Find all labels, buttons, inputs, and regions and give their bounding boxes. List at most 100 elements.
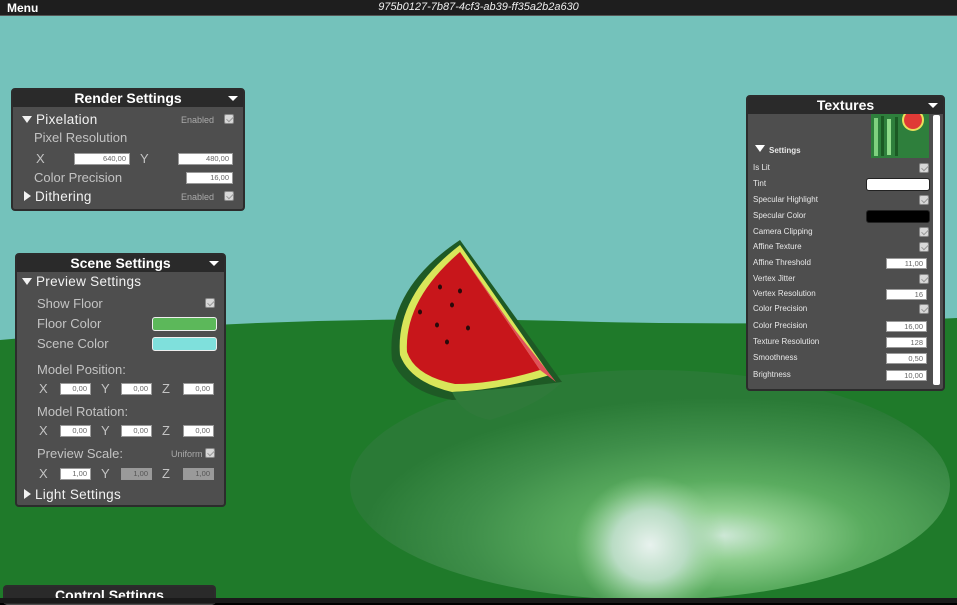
textures-scrollbar[interactable] <box>933 115 940 385</box>
triangle-down-icon <box>22 116 32 123</box>
preview-settings-foldout[interactable]: Preview Settings <box>22 274 141 289</box>
pixelation-enabled-checkbox[interactable] <box>224 114 234 124</box>
dithering-foldout[interactable]: Dithering <box>24 189 92 204</box>
preview-scale-z-label: Z <box>162 466 170 481</box>
pixel-resolution-x-label: X <box>36 151 45 166</box>
dithering-enabled-checkbox[interactable] <box>224 191 234 201</box>
triangle-down-icon <box>755 145 765 152</box>
textures-title: Textures <box>816 97 875 113</box>
render-settings-panel: Render Settings Pixelation Enabled Pixel… <box>11 88 245 211</box>
settings-foldout[interactable]: Settings <box>755 145 801 155</box>
color-precision-field[interactable]: 16,00 <box>886 321 927 332</box>
smoothness-label: Smoothness <box>753 353 798 362</box>
textures-header[interactable]: Textures <box>748 97 943 114</box>
tint-label: Tint <box>753 179 767 188</box>
camera-clipping-label: Camera Clipping <box>753 227 813 236</box>
smoothness-field[interactable]: 0,50 <box>886 353 927 364</box>
settings-label: Settings <box>769 146 801 155</box>
model-rotation-x-label: X <box>39 423 48 438</box>
camera-clipping-checkbox[interactable] <box>919 227 929 237</box>
model-position-z-field[interactable]: 0,00 <box>183 383 214 395</box>
light-settings-foldout[interactable]: Light Settings <box>24 487 121 502</box>
preview-scale-label: Preview Scale: <box>37 446 123 461</box>
specular-highlight-label: Specular Highlight <box>753 195 818 204</box>
top-bar: Menu 975b0127-7b87-4cf3-ab39-ff35a2b2a63… <box>0 0 957 16</box>
vertex-jitter-checkbox[interactable] <box>919 274 929 284</box>
show-floor-checkbox[interactable] <box>205 298 215 308</box>
triangle-down-icon <box>22 278 32 285</box>
preview-scale-uniform-checkbox[interactable] <box>205 448 215 458</box>
affine-texture-checkbox[interactable] <box>919 242 929 252</box>
model-position-y-field[interactable]: 0,00 <box>121 383 152 395</box>
preview-scale-z-field: 1,00 <box>183 468 214 480</box>
preview-scale-x-field[interactable]: 1,00 <box>60 468 91 480</box>
specular-highlight-checkbox[interactable] <box>919 195 929 205</box>
affine-texture-label: Affine Texture <box>753 242 802 251</box>
show-floor-label: Show Floor <box>37 296 103 311</box>
pixelation-enabled-label: Enabled <box>181 115 215 125</box>
preview-scale-uniform-label: Uniform <box>171 449 203 459</box>
triangle-right-icon <box>24 489 31 499</box>
specular-color-label: Specular Color <box>753 211 806 220</box>
scene-color-swatch[interactable] <box>152 337 217 351</box>
model-position-label: Model Position: <box>37 362 126 377</box>
is-lit-checkbox[interactable] <box>919 163 929 173</box>
floor-color-swatch[interactable] <box>152 317 217 331</box>
model-position-y-label: Y <box>101 381 110 396</box>
dithering-label: Dithering <box>35 189 92 204</box>
model-rotation-y-field[interactable]: 0,00 <box>121 425 152 437</box>
texture-resolution-field[interactable]: 128 <box>886 337 927 348</box>
model-position-z-label: Z <box>162 381 170 396</box>
dithering-enabled-label: Enabled <box>181 192 215 202</box>
pixelation-foldout[interactable]: Pixelation <box>22 112 98 127</box>
model-rotation-z-field[interactable]: 0,00 <box>183 425 214 437</box>
brightness-field[interactable]: 10,00 <box>886 370 927 381</box>
light-settings-label: Light Settings <box>35 487 122 502</box>
scene-settings-title: Scene Settings <box>70 255 171 271</box>
floor-color-label: Floor Color <box>37 316 102 331</box>
pixel-resolution-label: Pixel Resolution <box>34 130 128 145</box>
brightness-label: Brightness <box>753 370 791 379</box>
chevron-down-icon[interactable] <box>228 96 238 101</box>
preview-scale-x-label: X <box>39 466 48 481</box>
vertex-resolution-label: Vertex Resolution <box>753 289 816 298</box>
is-lit-label: Is Lit <box>753 163 770 172</box>
texture-resolution-label: Texture Resolution <box>753 337 820 346</box>
scene-color-label: Scene Color <box>37 336 109 351</box>
specular-color-swatch[interactable] <box>866 210 930 223</box>
pixel-resolution-x-field[interactable]: 640,00 <box>74 153 130 165</box>
color-precision-checkbox[interactable] <box>919 304 929 314</box>
pixel-resolution-y-label: Y <box>140 151 149 166</box>
color-precision-label: Color Precision <box>34 170 123 185</box>
chevron-down-icon[interactable] <box>928 103 938 108</box>
vertex-jitter-label: Vertex Jitter <box>753 274 796 283</box>
model-position-x-label: X <box>39 381 48 396</box>
vertex-resolution-field[interactable]: 16 <box>886 289 927 300</box>
model-rotation-y-label: Y <box>101 423 110 438</box>
chevron-down-icon[interactable] <box>209 261 219 266</box>
preview-scale-y-label: Y <box>101 466 110 481</box>
color-precision-field[interactable]: 16,00 <box>186 172 233 184</box>
window-title: 975b0127-7b87-4cf3-ab39-ff35a2b2a630 <box>378 1 579 13</box>
model-position-x-field[interactable]: 0,00 <box>60 383 91 395</box>
color-precision-toggle-label: Color Precision <box>753 304 808 313</box>
model-rotation-x-field[interactable]: 0,00 <box>60 425 91 437</box>
scene-settings-header[interactable]: Scene Settings <box>17 255 224 272</box>
affine-threshold-label: Affine Threshold <box>753 258 811 267</box>
pixelation-label: Pixelation <box>36 112 98 127</box>
model-rotation-label: Model Rotation: <box>37 404 129 419</box>
bottom-border <box>0 598 957 603</box>
render-settings-header[interactable]: Render Settings <box>13 90 243 107</box>
textures-panel: Textures Settings Is Lit Tint Specular H… <box>746 95 945 391</box>
affine-threshold-field[interactable]: 11,00 <box>886 258 927 269</box>
preview-scale-y-field: 1,00 <box>121 468 152 480</box>
tint-swatch[interactable] <box>866 178 930 191</box>
texture-thumbnail[interactable] <box>871 114 929 158</box>
scene-settings-panel: Scene Settings Preview Settings Show Flo… <box>15 253 226 507</box>
triangle-right-icon <box>24 191 31 201</box>
pixel-resolution-y-field[interactable]: 480,00 <box>178 153 233 165</box>
preview-settings-label: Preview Settings <box>36 274 142 289</box>
model-rotation-z-label: Z <box>162 423 170 438</box>
color-precision-label: Color Precision <box>753 321 808 330</box>
render-settings-title: Render Settings <box>74 90 182 106</box>
